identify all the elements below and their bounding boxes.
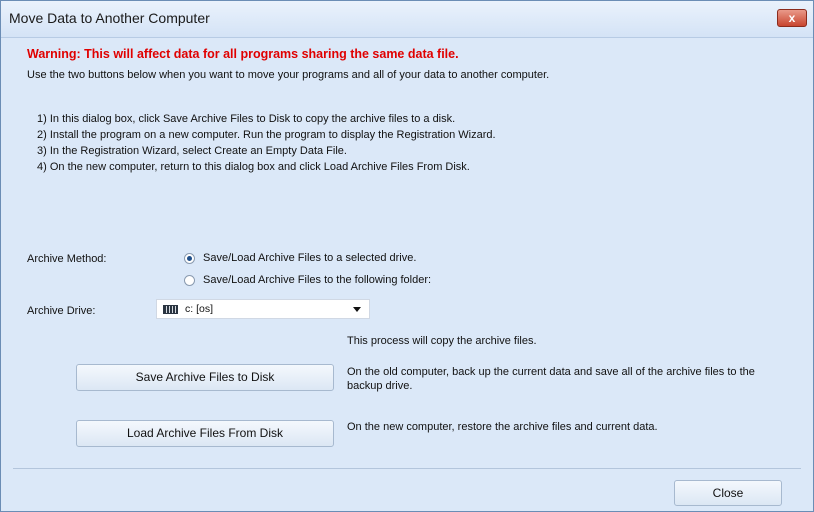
- drive-value: c: [os]: [185, 303, 214, 315]
- divider: [13, 468, 801, 469]
- dialog-body: Warning: This will affect data for all p…: [1, 38, 813, 511]
- hard-drive-icon: [163, 304, 178, 314]
- intro-text: Use the two buttons below when you want …: [27, 69, 550, 81]
- load-archive-button[interactable]: Load Archive Files From Disk: [76, 420, 334, 447]
- close-button[interactable]: Close: [674, 480, 782, 506]
- radio-following-folder[interactable]: Save/Load Archive Files to the following…: [184, 274, 431, 286]
- instruction-steps: 1) In this dialog box, click Save Archiv…: [37, 111, 496, 175]
- step-item: 1) In this dialog box, click Save Archiv…: [37, 113, 456, 125]
- radio-label: Save/Load Archive Files to a selected dr…: [203, 252, 417, 264]
- step-item: 2) Install the program on a new computer…: [37, 129, 496, 141]
- radio-label: Save/Load Archive Files to the following…: [203, 274, 432, 286]
- warning-text: Warning: This will affect data for all p…: [27, 47, 459, 61]
- radio-button-unchecked[interactable]: [184, 274, 195, 286]
- archive-drive-dropdown[interactable]: c: [os]: [156, 299, 370, 319]
- archive-method-label: Archive Method:: [27, 253, 107, 265]
- load-description: On the new computer, restore the archive…: [347, 421, 658, 433]
- close-icon[interactable]: x: [777, 9, 807, 27]
- save-description: On the old computer, back up the current…: [347, 366, 755, 392]
- title-bar[interactable]: Move Data to Another Computer x: [1, 1, 813, 38]
- save-archive-button[interactable]: Save Archive Files to Disk: [76, 364, 334, 391]
- step-item: 4) On the new computer, return to this d…: [37, 161, 470, 173]
- process-note: This process will copy the archive files…: [347, 335, 537, 347]
- archive-drive-label: Archive Drive:: [27, 305, 96, 317]
- chevron-down-icon[interactable]: [353, 307, 361, 312]
- window-title: Move Data to Another Computer: [9, 10, 210, 26]
- radio-selected-drive[interactable]: Save/Load Archive Files to a selected dr…: [184, 252, 416, 264]
- step-item: 3) In the Registration Wizard, select Cr…: [37, 145, 347, 157]
- radio-button-checked[interactable]: [184, 252, 195, 264]
- dialog-window: Move Data to Another Computer x Warning:…: [0, 0, 814, 512]
